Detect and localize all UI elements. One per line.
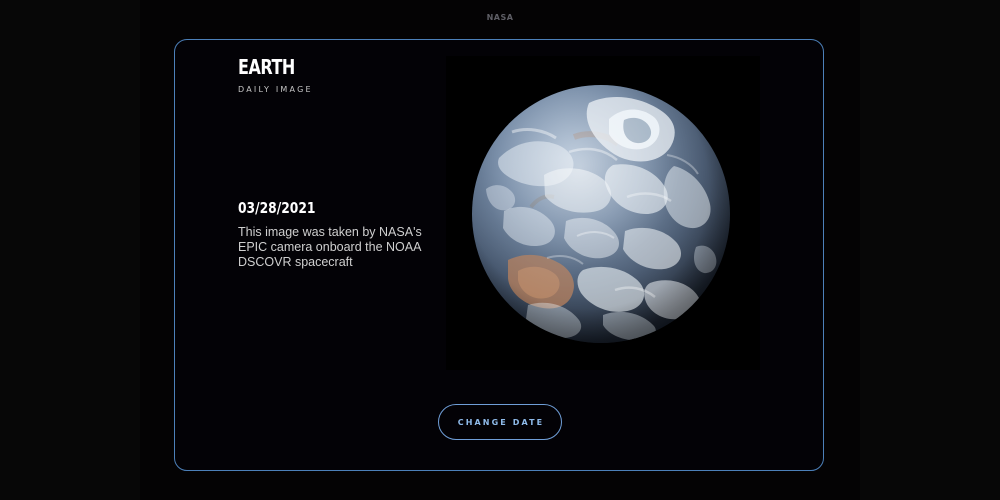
change-date-button[interactable]: CHANGE DATE <box>438 404 562 440</box>
card-subtitle: DAILY IMAGE <box>238 85 313 94</box>
earth-image <box>472 85 730 343</box>
page-viewport: NASA EARTH DAILY IMAGE 03/28/2021 This i… <box>0 0 1000 500</box>
card-title: EARTH <box>238 55 295 79</box>
image-date: 03/28/2021 <box>238 199 316 217</box>
earth-image-panel <box>446 56 760 370</box>
image-description: This image was taken by NASA's EPIC came… <box>238 225 422 269</box>
nasa-logo[interactable]: NASA <box>0 13 1000 22</box>
